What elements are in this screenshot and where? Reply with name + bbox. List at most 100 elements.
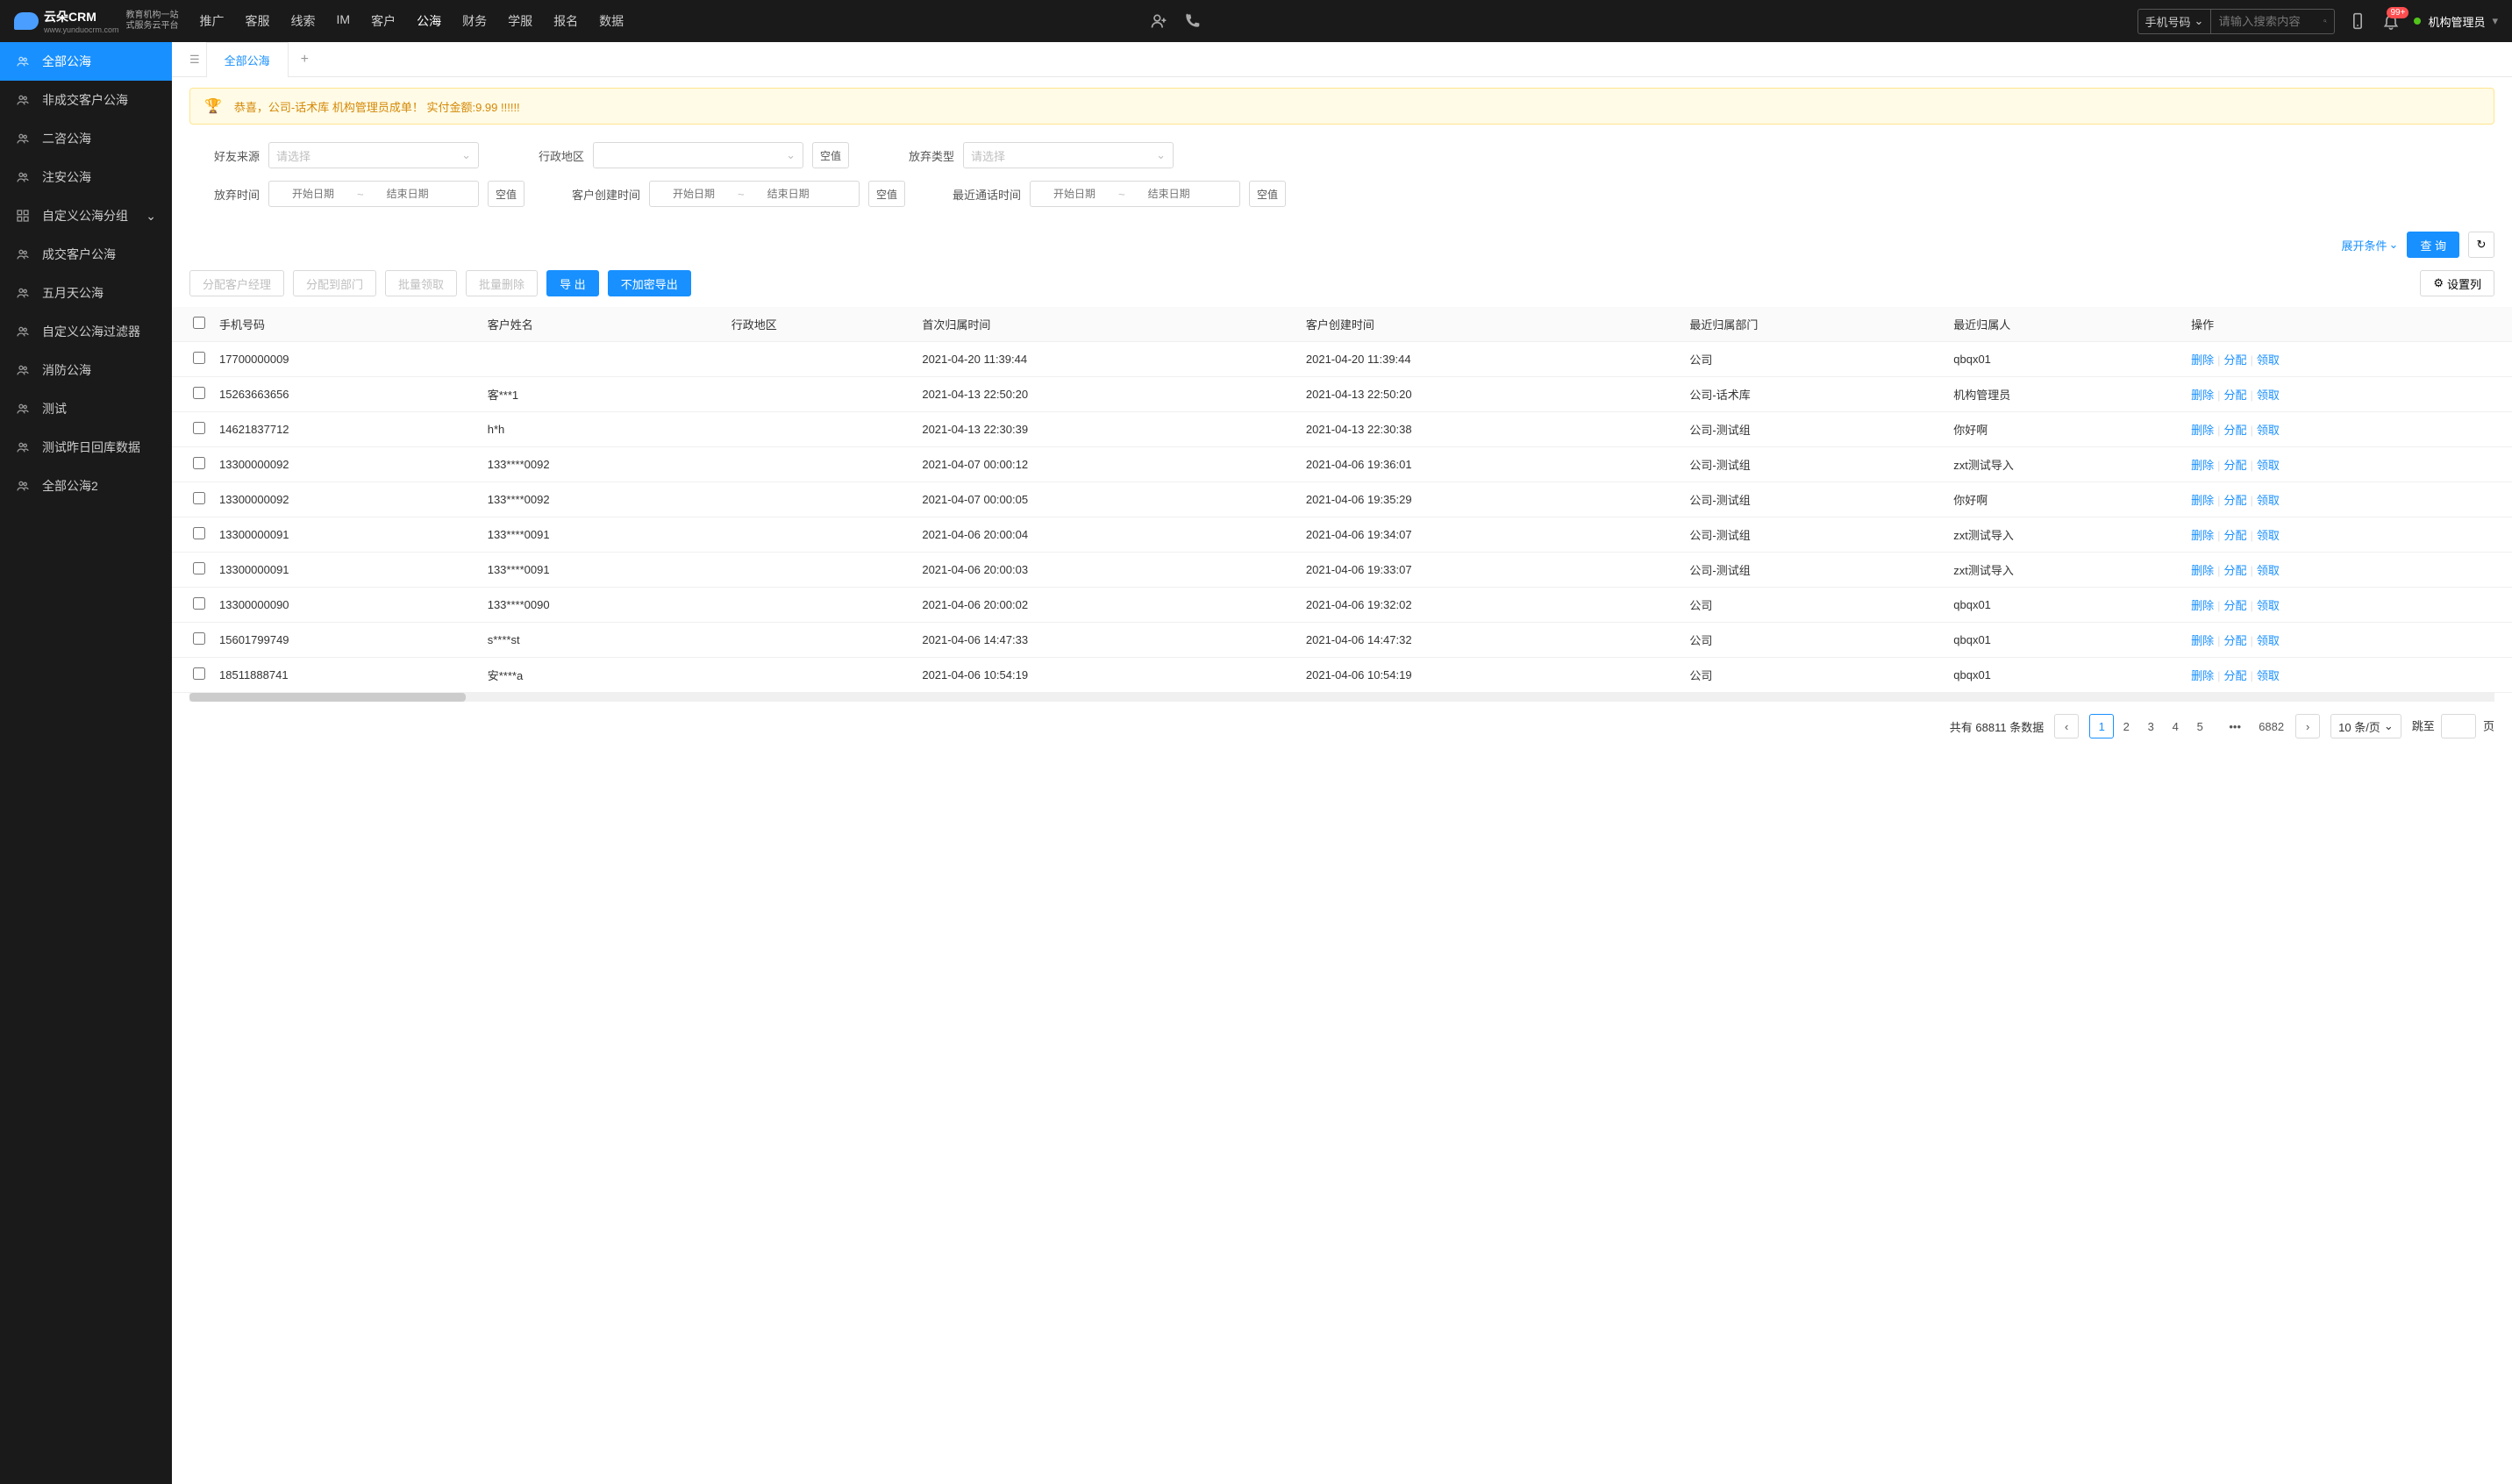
page-ellipsis[interactable]: ••• xyxy=(2223,714,2247,738)
column-header[interactable]: 操作 xyxy=(2184,307,2512,342)
scrollbar-thumb[interactable] xyxy=(189,693,466,702)
search-input[interactable] xyxy=(2211,11,2316,32)
delete-link[interactable]: 删除 xyxy=(2191,389,2214,402)
delete-link[interactable]: 删除 xyxy=(2191,529,2214,542)
claim-link[interactable]: 领取 xyxy=(2257,353,2280,367)
row-checkbox[interactable] xyxy=(193,422,205,434)
search-icon[interactable] xyxy=(2316,12,2334,30)
export-button[interactable]: 导 出 xyxy=(546,270,599,296)
nav-item-8[interactable]: 报名 xyxy=(553,12,578,30)
claim-link[interactable]: 领取 xyxy=(2257,529,2280,542)
sidebar-item-11[interactable]: 全部公海2 xyxy=(0,467,172,505)
page-number-4[interactable]: 4 xyxy=(2163,714,2187,738)
claim-link[interactable]: 领取 xyxy=(2257,669,2280,682)
page-number-3[interactable]: 3 xyxy=(2138,714,2163,738)
column-header[interactable]: 首次归属时间 xyxy=(915,307,1299,342)
assign-link[interactable]: 分配 xyxy=(2223,424,2246,437)
sidebar-item-6[interactable]: 五月天公海 xyxy=(0,274,172,312)
abandon-end-input[interactable] xyxy=(364,188,452,200)
assign-link[interactable]: 分配 xyxy=(2223,353,2246,367)
prev-page-button[interactable]: ‹ xyxy=(2054,714,2079,738)
row-checkbox[interactable] xyxy=(193,667,205,680)
delete-link[interactable]: 删除 xyxy=(2191,353,2214,367)
call-end-input[interactable] xyxy=(1125,188,1213,200)
row-checkbox[interactable] xyxy=(193,387,205,399)
bell-icon[interactable]: 99+ xyxy=(2382,12,2400,30)
nav-item-2[interactable]: 线索 xyxy=(291,12,316,30)
assign-dept-button[interactable]: 分配到部门 xyxy=(293,270,376,296)
abandon-start-input[interactable] xyxy=(269,188,357,200)
delete-link[interactable]: 删除 xyxy=(2191,669,2214,682)
horizontal-scrollbar[interactable] xyxy=(189,693,2494,702)
last-call-range[interactable]: ~ xyxy=(1030,181,1240,207)
sidebar-item-0[interactable]: 全部公海 xyxy=(0,42,172,81)
sidebar-item-10[interactable]: 测试昨日回库数据 xyxy=(0,428,172,467)
row-checkbox[interactable] xyxy=(193,492,205,504)
sidebar-item-8[interactable]: 消防公海 xyxy=(0,351,172,389)
claim-link[interactable]: 领取 xyxy=(2257,424,2280,437)
tab-add-button[interactable]: + xyxy=(289,52,321,68)
nav-item-5[interactable]: 公海 xyxy=(417,12,441,30)
nav-item-6[interactable]: 财务 xyxy=(462,12,487,30)
mobile-icon[interactable] xyxy=(2349,12,2366,30)
abandon-type-select[interactable]: 请选择⌄ xyxy=(963,142,1174,168)
claim-link[interactable]: 领取 xyxy=(2257,564,2280,577)
assign-link[interactable]: 分配 xyxy=(2223,459,2246,472)
delete-link[interactable]: 删除 xyxy=(2191,599,2214,612)
assign-link[interactable]: 分配 xyxy=(2223,389,2246,402)
create-null-button[interactable]: 空值 xyxy=(868,181,905,207)
sidebar-item-5[interactable]: 成交客户公海 xyxy=(0,235,172,274)
last-page-button[interactable]: 6882 xyxy=(2258,714,2285,738)
page-size-select[interactable]: 10 条/页⌄ xyxy=(2330,714,2401,738)
create-end-input[interactable] xyxy=(745,188,832,200)
abandon-null-button[interactable]: 空值 xyxy=(488,181,525,207)
row-checkbox[interactable] xyxy=(193,527,205,539)
sidebar-item-4[interactable]: 自定义公海分组⌄ xyxy=(0,196,172,235)
page-number-5[interactable]: 5 xyxy=(2187,714,2212,738)
sidebar-item-3[interactable]: 注安公海 xyxy=(0,158,172,196)
column-header[interactable]: 行政地区 xyxy=(724,307,916,342)
admin-region-select[interactable]: ⌄ xyxy=(593,142,803,168)
nav-item-4[interactable]: 客户 xyxy=(371,12,396,30)
create-time-range[interactable]: ~ xyxy=(649,181,860,207)
assign-manager-button[interactable]: 分配客户经理 xyxy=(189,270,284,296)
claim-link[interactable]: 领取 xyxy=(2257,599,2280,612)
sidebar-item-2[interactable]: 二咨公海 xyxy=(0,119,172,158)
row-checkbox[interactable] xyxy=(193,562,205,574)
delete-link[interactable]: 删除 xyxy=(2191,459,2214,472)
claim-link[interactable]: 领取 xyxy=(2257,634,2280,647)
column-header[interactable]: 手机号码 xyxy=(212,307,481,342)
assign-link[interactable]: 分配 xyxy=(2223,599,2246,612)
phone-icon[interactable] xyxy=(1183,12,1201,30)
assign-link[interactable]: 分配 xyxy=(2223,634,2246,647)
tab-collapse-icon[interactable]: ☰ xyxy=(182,53,207,67)
call-start-input[interactable] xyxy=(1031,188,1118,200)
logo[interactable]: 云朵CRM www.yunduocrm.com 教育机构一站 式服务云平台 xyxy=(14,8,179,34)
claim-link[interactable]: 领取 xyxy=(2257,459,2280,472)
next-page-button[interactable]: › xyxy=(2295,714,2320,738)
search-type-select[interactable]: 手机号码 ⌄ xyxy=(2138,10,2212,33)
user-menu[interactable]: 机构管理员 ▾ xyxy=(2414,13,2498,30)
column-header[interactable]: 客户姓名 xyxy=(481,307,724,342)
create-start-input[interactable] xyxy=(650,188,738,200)
set-columns-button[interactable]: ⚙设置列 xyxy=(2420,270,2494,296)
sidebar-item-9[interactable]: 测试 xyxy=(0,389,172,428)
nav-item-3[interactable]: IM xyxy=(337,12,351,30)
region-null-button[interactable]: 空值 xyxy=(812,142,849,168)
sidebar-item-1[interactable]: 非成交客户公海 xyxy=(0,81,172,119)
select-all-checkbox[interactable] xyxy=(193,317,205,329)
batch-delete-button[interactable]: 批量删除 xyxy=(466,270,538,296)
delete-link[interactable]: 删除 xyxy=(2191,424,2214,437)
column-header[interactable]: 最近归属人 xyxy=(1946,307,2184,342)
nav-item-1[interactable]: 客服 xyxy=(246,12,270,30)
assign-link[interactable]: 分配 xyxy=(2223,564,2246,577)
column-header[interactable]: 最近归属部门 xyxy=(1682,307,1946,342)
tab-all-pool[interactable]: 全部公海 xyxy=(206,42,289,77)
nav-item-0[interactable]: 推广 xyxy=(200,12,225,30)
expand-filters-link[interactable]: 展开条件⌄ xyxy=(2341,237,2398,253)
delete-link[interactable]: 删除 xyxy=(2191,494,2214,507)
assign-link[interactable]: 分配 xyxy=(2223,494,2246,507)
column-header[interactable]: 客户创建时间 xyxy=(1299,307,1683,342)
row-checkbox[interactable] xyxy=(193,597,205,610)
friend-source-select[interactable]: 请选择⌄ xyxy=(268,142,479,168)
